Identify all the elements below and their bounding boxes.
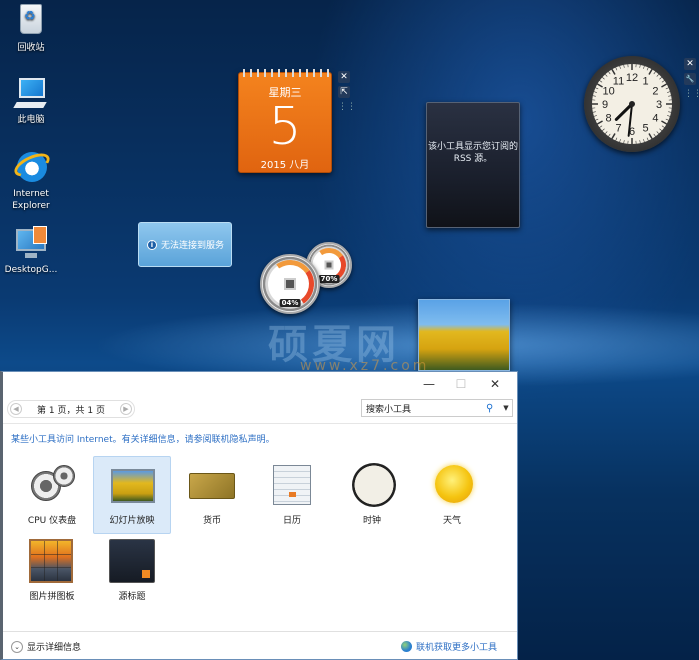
cpu-gauge[interactable]: 04% [260,254,320,314]
slideshow-icon [107,465,157,505]
resize-icon[interactable]: ⇱ [338,86,350,98]
recycle-bin-icon [13,4,49,40]
desktop-icon-label: 回收站 [17,43,45,53]
clock-number: 9 [602,99,608,111]
gadget-tile-cpu-meter[interactable]: CPU 仪表盘 [13,456,91,534]
info-icon: i [147,239,157,250]
rss-message: 该小工具显示您订阅的 RSS 源。 [427,142,518,164]
chevron-down-icon: ⌄ [11,640,23,653]
drag-handle-icon[interactable]: ⋮⋮ [684,88,699,100]
calendar-gadget[interactable]: 星期三 5 2015 八月 [238,69,332,173]
calendar-icon [267,465,317,505]
gadget-tile-clock[interactable]: 时钟 [333,456,411,534]
clock-gadget-controls: ✕ 🔧 ⋮⋮ [684,58,699,100]
drag-handle-icon[interactable]: ⋮⋮ [338,101,356,113]
gadget-label: 货币 [202,516,221,526]
wrench-options-icon[interactable]: 🔧 [684,73,696,85]
memory-chip-icon [324,260,334,270]
clock-icon [347,463,397,507]
page-indicator: 第 1 页，共 1 页 [37,405,105,416]
cpu-chip-icon [284,278,296,290]
close-icon[interactable]: ✕ [684,58,696,70]
previous-page-button[interactable]: ◀ [10,403,22,415]
desktop-icon-label: Internet Explorer [12,189,50,211]
gadget-label: CPU 仪表盘 [27,516,77,526]
gadgets-gallery-window: — ☐ ✕ ◀ 第 1 页，共 1 页 ▶ 搜索小工具 ⚲ ▼ 某些小工具访问 … [0,371,518,660]
clock-number: 7 [615,122,621,134]
window-footer: ⌄ 显示详细信息 联机获取更多小工具 [3,631,517,659]
gadget-label: 天气 [442,516,461,526]
slideshow-gadget[interactable] [418,299,510,371]
chevron-down-icon[interactable]: ▼ [500,404,512,412]
page-navigator: ◀ 第 1 页，共 1 页 ▶ [7,400,135,418]
gadget-tile-feed-headlines[interactable]: 源标题 [93,536,171,614]
search-gadgets-input[interactable]: 搜索小工具 ⚲ ▼ [361,399,513,417]
gadget-label: 源标题 [118,592,146,602]
clock-face: 1234567891011 12 [592,64,672,144]
internet-explorer-icon [10,148,54,186]
title-bar[interactable]: — ☐ ✕ [3,372,517,396]
cpu-percent: 04% [279,299,301,307]
desktop-icon-internet-explorer[interactable]: Internet Explorer [2,148,60,212]
get-more-gadgets-label: 联机获取更多小工具 [415,643,497,653]
clock-number: 5 [642,122,648,134]
search-icon[interactable]: ⚲ [486,403,500,414]
desktop-icon-desktop-gadgets[interactable]: DesktopG... [2,226,60,276]
close-icon[interactable]: ✕ [338,71,350,83]
show-details-toggle[interactable]: ⌄ 显示详细信息 [11,640,81,653]
gadget-tile-currency[interactable]: 货币 [173,456,251,534]
get-more-gadgets-link[interactable]: 联机获取更多小工具 [400,640,497,653]
rss-feed-gadget[interactable]: 该小工具显示您订阅的 RSS 源。 [426,102,520,228]
clock-number: 4 [652,113,658,125]
picture-puzzle-icon [27,539,77,583]
calendar-gadget-controls: ✕ ⇱ ⋮⋮ [338,71,356,113]
calendar-day: 5 [268,97,302,157]
desktop-icon-label: DesktopG... [4,265,58,275]
close-button[interactable]: ✕ [483,376,507,392]
memory-percent: 70% [318,275,340,283]
desktop-icon-recycle-bin[interactable]: 回收站 [2,2,60,54]
globe-icon [400,641,412,652]
feed-headlines-icon [107,539,157,583]
weather-gadget[interactable]: i 无法连接到服务 [138,222,232,267]
search-placeholder: 搜索小工具 [366,404,412,415]
clock-number: 12 [626,72,638,84]
next-page-button[interactable]: ▶ [120,403,132,415]
weather-message: 无法连接到服务 [161,241,225,251]
desktop-icon-label: 此电脑 [17,115,45,125]
clock-number: 8 [606,113,612,125]
clock-number: 11 [613,76,624,88]
gadget-tile-picture-puzzle[interactable]: 图片拼图板 [13,536,91,614]
cpu-meter-icon [27,465,77,505]
maximize-button[interactable]: ☐ [449,376,473,392]
gadget-tile-weather[interactable]: 天气 [413,456,491,534]
computer-icon [13,76,49,112]
clock-number: 2 [652,86,658,98]
desktop-icon-this-pc[interactable]: 此电脑 [2,76,60,126]
sun-icon [427,465,477,505]
clock-gadget[interactable]: 1 2 3 4 5 6 7 8 9 10 11 12 [584,56,680,152]
gadget-label: 时钟 [362,516,381,526]
minimize-button[interactable]: — [417,376,441,392]
gadget-grid: CPU 仪表盘 幻灯片放映 货币 日历 时钟 天气 图片拼图板 源标题 [3,452,517,630]
gadget-tile-calendar[interactable]: 日历 [253,456,331,534]
desktop-gadgets-icon [13,226,49,262]
gadget-label: 幻灯片放映 [109,516,155,526]
privacy-notice-link[interactable]: 某些小工具访问 Internet。有关详细信息，请参阅联机隐私声明。 [3,424,517,452]
calendar-rings [243,69,329,77]
gadget-label: 图片拼图板 [29,592,75,602]
clock-number: 1 [642,76,648,88]
show-details-label: 显示详细信息 [27,643,82,653]
gadget-tile-slideshow[interactable]: 幻灯片放映 [93,456,171,534]
clock-number: 3 [656,99,662,111]
calendar-year-month: 2015 八月 [260,160,310,171]
currency-icon [187,465,237,505]
toolbar: ◀ 第 1 页，共 1 页 ▶ 搜索小工具 ⚲ ▼ [3,396,517,424]
gadget-label: 日历 [282,516,301,526]
